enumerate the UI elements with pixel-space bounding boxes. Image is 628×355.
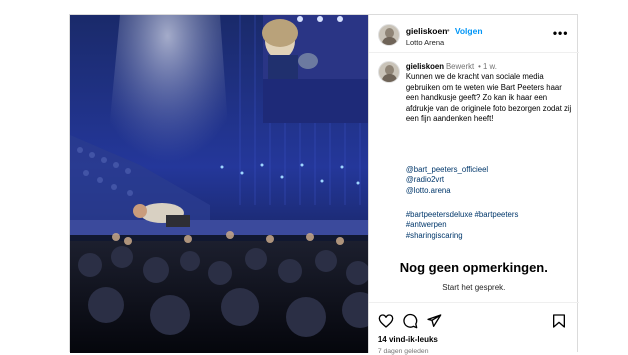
concert-photo-image [70, 15, 368, 353]
mention-list: @bart_peeters_officieel @radio2vrt @lott… [406, 165, 488, 196]
post-side-panel: gieliskoen • Volgen Lotto Arena ••• giel… [367, 15, 579, 355]
likes-count[interactable]: 14 vind-ik-leuks [378, 335, 438, 344]
hashtag-link[interactable]: #bartpeeters [475, 210, 519, 219]
edited-label: Bewerkt [445, 62, 475, 71]
avatar-body-shape [381, 37, 397, 45]
hashtag-list: #bartpeetersdeluxe #bartpeeters #antwerpe… [406, 210, 574, 241]
hashtag-link[interactable]: #antwerpen [406, 220, 574, 230]
post-modal: gieliskoen • Volgen Lotto Arena ••• giel… [69, 14, 579, 355]
more-options-icon[interactable]: ••• [553, 27, 569, 39]
mention-link[interactable]: @radio2vrt [406, 175, 488, 185]
bookmark-icon[interactable] [551, 313, 567, 329]
share-icon[interactable] [426, 313, 442, 329]
avatar-body-shape [381, 74, 397, 82]
caption: gieliskoen Bewerkt • 1 w. Kunnen we de kra… [406, 62, 574, 124]
follow-button[interactable]: Volgen [455, 26, 483, 36]
comment-icon[interactable] [402, 313, 418, 329]
caption-text: Kunnen we de kracht van sociale media ge… [405, 72, 572, 124]
caption-avatar[interactable] [377, 61, 400, 83]
mention-link[interactable]: @lotto.arena [406, 186, 488, 196]
post-header: gieliskoen • Volgen Lotto Arena ••• [368, 15, 579, 53]
hashtag-link[interactable]: #bartpeetersdeluxe [406, 210, 473, 219]
mention-link[interactable]: @bart_peeters_officieel [406, 165, 488, 175]
header-separator: • [446, 26, 450, 35]
header-username[interactable]: gieliskoen [406, 26, 448, 36]
heart-icon[interactable] [378, 313, 394, 329]
caption-username[interactable]: gieliskoen [406, 62, 444, 71]
location-link[interactable]: Lotto Arena [406, 38, 444, 47]
page-background: gieliskoen • Volgen Lotto Arena ••• giel… [0, 0, 628, 355]
no-comments-title: Nog geen opmerkingen. [399, 260, 548, 275]
post-photo[interactable] [70, 15, 368, 353]
action-bar: 14 vind-ik-leuks 7 dagen geleden [368, 302, 579, 355]
avatar[interactable] [377, 24, 400, 46]
caption-time[interactable]: • 1 w. [478, 62, 497, 71]
hashtag-line: #bartpeetersdeluxe #bartpeeters [406, 210, 574, 220]
start-conversation-text: Start het gesprek. [442, 283, 506, 292]
hashtag-link[interactable]: #sharingiscaring [406, 231, 574, 241]
